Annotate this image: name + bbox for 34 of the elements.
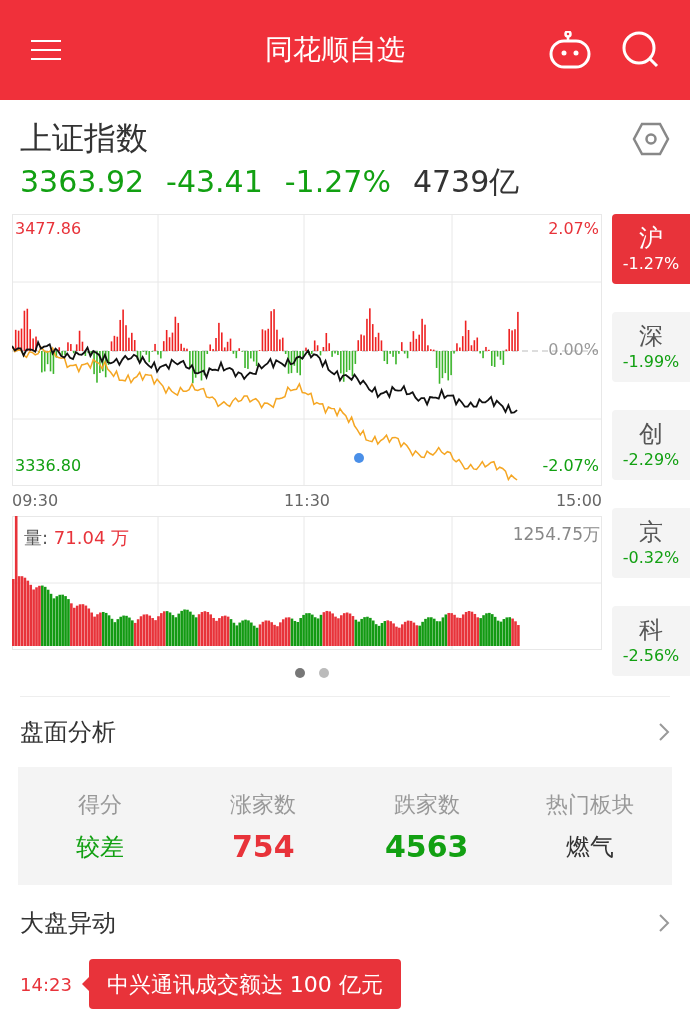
stat-value: 较差 xyxy=(75,831,124,863)
market-tab[interactable]: 创 -2.29% xyxy=(612,410,690,480)
index-change: -43.41 xyxy=(166,163,263,201)
stat-label: 跌家数 xyxy=(393,790,460,819)
app-title: 同花顺自选 xyxy=(264,32,406,68)
stat-label: 热门板块 xyxy=(546,790,635,819)
volume-label: 量: xyxy=(24,527,50,548)
time-label: 15:00 xyxy=(555,490,602,512)
event-bubble[interactable]: 中兴通讯成交额达 100 亿元 xyxy=(88,959,401,1009)
market-tab[interactable]: 深 -1.99% xyxy=(612,312,690,382)
time-label: 11:30 xyxy=(283,490,331,512)
max-price-label: 3477.86 xyxy=(15,218,82,240)
market-tab[interactable]: 科 -2.56% xyxy=(612,606,690,676)
stat-value: 4563 xyxy=(385,828,469,865)
zero-percent-label: 0.00% xyxy=(548,339,599,361)
index-name: 上证指数 xyxy=(20,118,149,158)
max-percent-label: 2.07% xyxy=(548,218,599,240)
market-tab[interactable]: 京 -0.32% xyxy=(612,508,690,578)
turnover: 4739亿 xyxy=(412,163,520,201)
section-title: 盘面分析 xyxy=(20,717,116,748)
section-title: 大盘异动 xyxy=(20,908,116,939)
stat-value: 754 xyxy=(231,828,295,865)
market-tab[interactable]: 沪 -1.27% xyxy=(612,214,690,284)
max-volume-label: 1254.75万 xyxy=(512,523,600,546)
index-price: 3363.92 xyxy=(20,163,145,201)
index-change-percent: -1.27% xyxy=(284,163,391,201)
event-time: 14:23 xyxy=(20,972,72,997)
stat-value: 燃气 xyxy=(566,831,615,863)
volume-value: 71.04 万 xyxy=(53,527,130,548)
min-percent-label: -2.07% xyxy=(542,455,599,477)
stat-label: 涨家数 xyxy=(230,790,297,819)
time-label: 09:30 xyxy=(12,490,59,512)
stat-label: 得分 xyxy=(77,790,122,819)
min-price-label: 3336.80 xyxy=(15,455,82,477)
